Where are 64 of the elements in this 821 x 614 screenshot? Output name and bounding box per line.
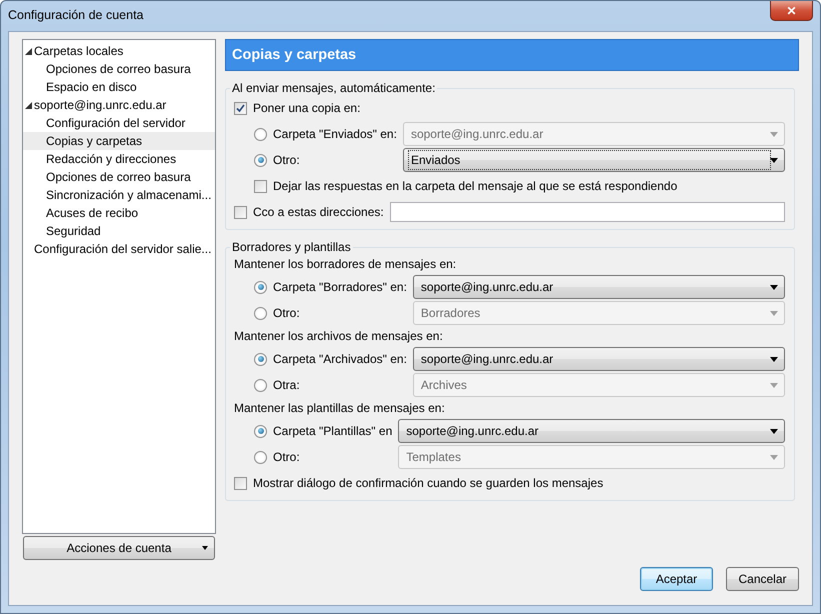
radio-button[interactable] [254,378,267,392]
folder-dropdown[interactable]: Enviados [402,148,785,172]
radio-label: Carpeta "Borradores" en: [273,280,407,294]
tree-item[interactable]: Configuración del servidor salie... [23,240,215,258]
checkbox-label: Cco a estas direcciones: [253,205,384,219]
radio-button[interactable] [254,306,267,320]
radio-label: Carpeta "Plantillas" en [273,424,392,438]
checkbox-label: Poner una copia en: [253,101,360,115]
section-label: Mantener las plantillas de mensajes en: [234,401,445,415]
radio-button[interactable] [254,154,267,166]
tree-item[interactable]: Seguridad [23,222,215,240]
account-actions-button[interactable]: Acciones de cuenta [23,536,215,560]
window-title: Configuración de cuenta [8,8,144,22]
checkbox[interactable] [254,180,267,192]
close-button[interactable]: ✕ [770,1,813,21]
radio-label: Otro: [273,306,300,320]
radio-label: Otro: [273,450,300,464]
caret-icon [770,454,778,460]
checkbox[interactable] [234,206,247,218]
tree-item[interactable]: Copias y carpetas [23,132,215,150]
checkbox[interactable] [234,476,247,490]
radio-button[interactable] [254,352,267,366]
radio-button[interactable] [254,280,267,294]
expander-icon[interactable] [25,102,32,108]
caret-icon [770,428,778,434]
bcc-input-field[interactable] [390,202,785,222]
caret-icon [770,356,778,362]
tree-item[interactable]: Opciones de correo basura [23,168,215,186]
dialog-button[interactable]: Aceptar [640,567,713,591]
radio-button[interactable] [254,450,267,464]
radio-label: Carpeta "Archivados" en: [273,352,407,366]
tree-item[interactable]: Configuración del servidor [23,114,215,132]
section-label: Mantener los borradores de mensajes en: [234,257,456,271]
radio-label: Carpeta "Enviados" en: [273,127,397,141]
tree-item[interactable]: Redacción y direcciones [23,150,215,168]
checkbox-label: Mostrar diálogo de confirmación cuando se guarden los mensajes [253,476,604,490]
tree-item[interactable]: Acuses de recibo [23,204,215,222]
caret-icon [202,546,208,550]
tree-item[interactable]: Sincronización y almacenami... [23,186,215,204]
folder-dropdown[interactable]: soporte@ing.unrc.edu.ar [398,419,785,443]
radio-label: Otra: [273,378,300,392]
radio-button[interactable] [254,424,267,438]
checkmark-icon [236,104,245,112]
checkbox[interactable] [234,102,247,114]
dialog-button[interactable]: Cancelar [726,567,799,591]
folder-dropdown[interactable]: soporte@ing.unrc.edu.ar [412,275,785,299]
caret-icon [770,310,778,316]
radio-label: Otro: [273,153,300,167]
section-label: Mantener los archivos de mensajes en: [234,329,443,343]
tree-item[interactable]: Carpetas locales [23,42,215,60]
expander-icon[interactable] [25,48,32,54]
group-legend: Borradores y plantillas [230,240,353,254]
radio-button[interactable] [254,128,267,140]
caret-icon [770,158,778,162]
folder-dropdown[interactable]: soporte@ing.unrc.edu.ar [412,347,785,371]
caret-icon [770,132,778,136]
group-legend: Al enviar mensajes, automáticamente: [230,81,438,95]
panel-title: Copias y carpetas [225,39,799,71]
tree-item[interactable]: soporte@ing.unrc.edu.ar [23,96,215,114]
tree-item[interactable]: Opciones de correo basura [23,60,215,78]
caret-icon [770,382,778,388]
caret-icon [770,284,778,290]
checkbox-label: Dejar las respuestas en la carpeta del mensaje al que se está respondiendo [273,179,678,193]
tree-item[interactable]: Espacio en disco [23,78,215,96]
